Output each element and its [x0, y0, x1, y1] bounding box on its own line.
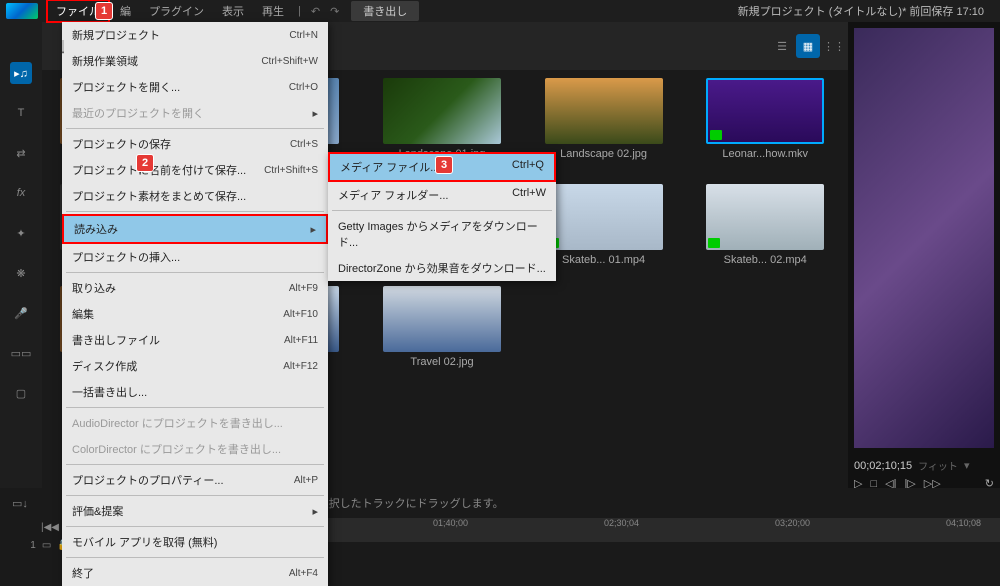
timecode-display: 00;02;10;15: [854, 460, 912, 472]
separator: [332, 210, 552, 211]
menu-save-as[interactable]: プロジェクトに名前を付けて保存...Ctrl+Shift+S: [62, 157, 328, 183]
menubar: ファイル 編 プラグイン 表示 再生 | ↶ ↷ 書き出し 新規プロジェクト (…: [0, 0, 1000, 22]
separator: [66, 464, 324, 465]
preview-panel: 00;02;10;15 フィット ▾ ▷ □ ◁| |▷ ▷▷ ↻: [848, 22, 1000, 498]
media-label: Landscape 02.jpg: [560, 148, 647, 160]
particle-room-icon[interactable]: ❋: [10, 262, 32, 284]
submenu-directorzone[interactable]: DirectorZone から効果音をダウンロード...: [328, 255, 556, 281]
menu-insert-project[interactable]: プロジェクトの挿入...: [62, 244, 328, 270]
media-label: Skateb... 01.mp4: [562, 254, 645, 266]
menu-capture[interactable]: 取り込みAlt+F9: [62, 275, 328, 301]
ruler-tick: 04;10;08: [946, 518, 981, 528]
menu-new-project[interactable]: 新規プロジェクトCtrl+N: [62, 22, 328, 48]
divider: |: [298, 5, 301, 17]
menu-import[interactable]: 読み込み▸: [62, 214, 328, 244]
submenu-getty[interactable]: Getty Images からメディアをダウンロード...: [328, 213, 556, 255]
view-grid-icon[interactable]: ▦: [796, 34, 820, 58]
menu-view[interactable]: 表示: [214, 1, 252, 21]
menu-colordirector[interactable]: ColorDirector にプロジェクトを書き出し...: [62, 436, 328, 462]
media-thumb[interactable]: [706, 184, 824, 250]
menu-export-file[interactable]: 書き出しファイルAlt+F11: [62, 327, 328, 353]
menu-disc[interactable]: ディスク作成Alt+F12: [62, 353, 328, 379]
redo-icon[interactable]: ↷: [330, 5, 339, 18]
used-marker-icon: [710, 130, 722, 140]
media-label: Skateb... 02.mp4: [724, 254, 807, 266]
media-item[interactable]: Skateb... 02.mp4: [696, 184, 834, 266]
menu-open-project[interactable]: プロジェクトを開く...Ctrl+O: [62, 74, 328, 100]
menu-properties[interactable]: プロジェクトのプロパティー...Alt+P: [62, 467, 328, 493]
view-details-icon[interactable]: ⋮⋮: [822, 34, 846, 58]
audio-room-icon[interactable]: 🎤: [10, 302, 32, 324]
media-thumb[interactable]: [383, 286, 501, 352]
subtitle-room-icon[interactable]: ▢: [10, 382, 32, 404]
fit-label[interactable]: フィット: [918, 458, 958, 473]
media-label: Travel 02.jpg: [410, 356, 473, 368]
media-thumb[interactable]: [545, 184, 663, 250]
project-title: 新規プロジェクト (タイトルなし)* 前回保存 17:10: [738, 3, 994, 19]
menu-batch-export[interactable]: 一括書き出し...: [62, 379, 328, 405]
menu-mobile-app[interactable]: モバイル アプリを取得 (無料): [62, 529, 328, 555]
annotation-badge-3: 3: [435, 156, 453, 174]
chapter-room-icon[interactable]: ▭▭: [10, 342, 32, 364]
menu-playback[interactable]: 再生: [254, 1, 292, 21]
media-item[interactable]: Leonar...how.mkv: [696, 78, 834, 164]
preview-viewport[interactable]: [854, 28, 994, 448]
menu-feedback[interactable]: 評価&提案▸: [62, 498, 328, 524]
annotation-badge-1: 1: [95, 2, 113, 20]
tool-sidebar: ▸♫ T ⇄ fx ✦ ❋ 🎤 ▭▭ ▢: [0, 22, 42, 563]
file-menu-dropdown: 新規プロジェクトCtrl+N 新規作業領域Ctrl+Shift+W プロジェクト…: [62, 22, 328, 586]
menu-recent-projects: 最近のプロジェクトを開く▸: [62, 100, 328, 126]
annotation-arrow: [56, 40, 70, 54]
separator: [66, 557, 324, 558]
menu-edit[interactable]: 編: [112, 1, 139, 21]
view-list-icon[interactable]: ☰: [770, 34, 794, 58]
media-thumb[interactable]: [383, 78, 501, 144]
effect-room-icon[interactable]: fx: [10, 182, 32, 204]
separator: [66, 526, 324, 527]
separator: [66, 495, 324, 496]
ruler-tick: 02;30;04: [604, 518, 639, 528]
used-marker-icon: [708, 238, 720, 248]
media-item[interactable]: Travel 02.jpg: [373, 286, 511, 368]
media-room-icon[interactable]: ▸♫: [10, 62, 32, 84]
menu-new-workspace[interactable]: 新規作業領域Ctrl+Shift+W: [62, 48, 328, 74]
submenu-media-folder[interactable]: メディア フォルダー...Ctrl+W: [328, 182, 556, 208]
title-room-icon[interactable]: T: [10, 102, 32, 124]
menu-save-project[interactable]: プロジェクトの保存Ctrl+S: [62, 131, 328, 157]
export-button[interactable]: 書き出し: [351, 1, 419, 21]
ruler-tick: 03;20;00: [775, 518, 810, 528]
media-thumb[interactable]: [545, 78, 663, 144]
media-thumb[interactable]: [706, 78, 824, 144]
media-label: Leonar...how.mkv: [722, 148, 808, 160]
app-logo: [6, 3, 38, 19]
ruler-tick: 01;40;00: [433, 518, 468, 528]
separator: [66, 272, 324, 273]
separator: [66, 407, 324, 408]
undo-icon[interactable]: ↶: [311, 5, 320, 18]
menu-audiodirector[interactable]: AudioDirector にプロジェクトを書き出し...: [62, 410, 328, 436]
menu-exit[interactable]: 終了Alt+F4: [62, 560, 328, 586]
dropdown-icon[interactable]: ▾: [964, 459, 970, 472]
menu-plugin[interactable]: プラグイン: [141, 1, 212, 21]
menu-save-materials[interactable]: プロジェクト素材をまとめて保存...: [62, 183, 328, 209]
pip-room-icon[interactable]: ✦: [10, 222, 32, 244]
separator: [66, 211, 324, 212]
annotation-badge-2: 2: [136, 154, 154, 172]
timeline-options-icon[interactable]: ▭↓: [12, 497, 28, 510]
separator: [66, 128, 324, 129]
menu-edit-mode[interactable]: 編集Alt+F10: [62, 301, 328, 327]
transition-room-icon[interactable]: ⇄: [10, 142, 32, 164]
